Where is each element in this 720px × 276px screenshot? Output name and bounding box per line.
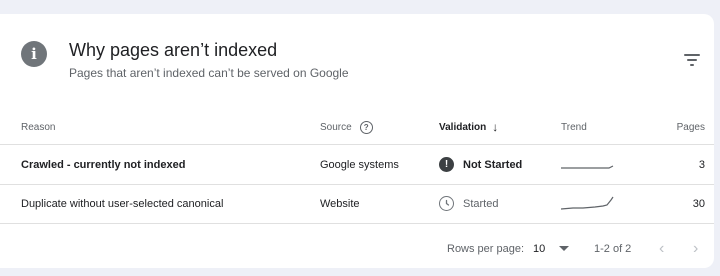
row-source: Google systems [320, 158, 399, 171]
pagination-range: 1-2 of 2 [594, 243, 632, 255]
row-reason: Crawled - currently not indexed [21, 158, 186, 171]
row-pages: 3 [698, 158, 705, 171]
row-reason: Duplicate without user-selected canonica… [21, 197, 224, 210]
previous-page-icon[interactable]: ‹ [659, 232, 664, 266]
trend-sparkline-svg [561, 164, 614, 169]
why-pages-not-indexed-card: i Why pages aren’t indexed Pages that ar… [0, 14, 714, 268]
clock-icon [439, 196, 454, 211]
header-pages[interactable]: Pages [677, 110, 705, 144]
filter-icon[interactable] [684, 52, 704, 68]
validation-status: Not Started [463, 158, 523, 171]
row-pages: 30 [692, 197, 705, 210]
table-row[interactable]: Crawled - currently not indexed Google s… [0, 145, 714, 185]
trend-sparkline [561, 184, 615, 223]
header-source[interactable]: Source ? [320, 110, 373, 144]
row-validation: ! Not Started [439, 145, 522, 184]
rows-per-page-select[interactable]: 10 [533, 232, 570, 266]
header-validation-label: Validation [439, 121, 487, 133]
info-icon: i [21, 41, 47, 67]
sort-arrow-down-icon: ↓ [492, 120, 499, 134]
card-subtitle: Pages that aren’t indexed can’t be serve… [69, 66, 349, 80]
card-title: Why pages aren’t indexed [69, 40, 278, 60]
rows-per-page-label: Rows per page: [447, 243, 525, 255]
rows-per-page-value: 10 [533, 243, 546, 255]
row-source: Website [320, 197, 360, 210]
header-reason[interactable]: Reason [21, 110, 55, 144]
trend-sparkline [561, 145, 615, 184]
validation-status: Started [463, 197, 499, 210]
row-validation: Started [439, 184, 498, 223]
table-header: Reason Source ? Validation ↓ Trend Pages [0, 110, 714, 145]
dropdown-arrow-icon [559, 246, 570, 251]
next-page-icon[interactable]: › [693, 232, 698, 266]
trend-sparkline-svg [561, 196, 614, 210]
table-row[interactable]: Duplicate without user-selected canonica… [0, 184, 714, 224]
table-pagination: Rows per page: 10 1-2 of 2 ‹ › [0, 232, 714, 266]
help-icon[interactable]: ? [359, 120, 373, 134]
header-trend: Trend [561, 121, 587, 133]
header-validation[interactable]: Validation ↓ [439, 110, 498, 144]
alert-icon: ! [439, 157, 454, 172]
header-source-label: Source [320, 121, 352, 133]
